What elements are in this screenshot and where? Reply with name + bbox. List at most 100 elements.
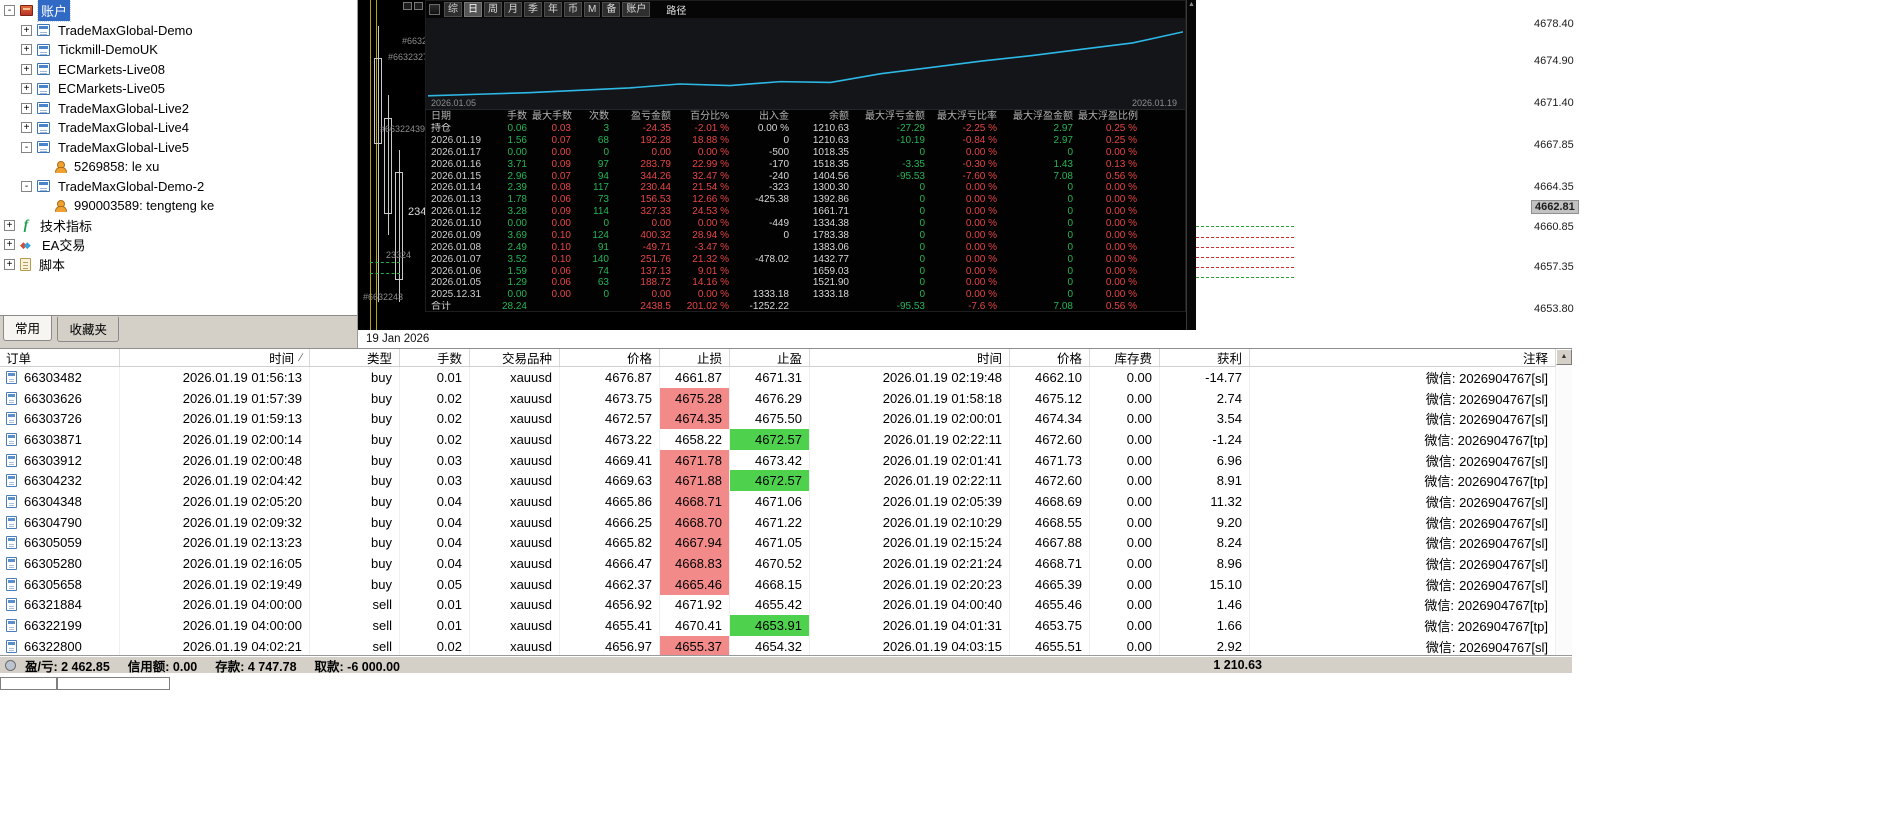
orders-header-symbol[interactable]: 交易品种 bbox=[470, 349, 560, 366]
order-row[interactable]: 663034822026.01.19 01:56:13buy0.01xauusd… bbox=[0, 367, 1556, 388]
tree-item[interactable]: -TradeMaxGlobal-Demo-2 bbox=[0, 177, 357, 197]
tree-toggle-icon[interactable]: + bbox=[4, 239, 15, 250]
chart-area[interactable]: #66323#6632327#663224392349223324#663224… bbox=[358, 0, 1196, 330]
tree-item[interactable]: 990003589: tengteng ke bbox=[0, 196, 357, 216]
tree-toggle-icon[interactable]: + bbox=[21, 103, 32, 114]
orders-header-lots[interactable]: 手数 bbox=[400, 349, 470, 366]
stats-cell: 0.00 % bbox=[1078, 277, 1142, 289]
tree-toggle-icon[interactable]: + bbox=[21, 25, 32, 36]
tab-common[interactable]: 常用 bbox=[3, 316, 52, 341]
tree-item[interactable]: 5269858: le xu bbox=[0, 157, 357, 177]
tree-toggle-icon[interactable]: + bbox=[21, 83, 32, 94]
order-symbol: xauusd bbox=[470, 595, 560, 616]
stats-toolbar-button[interactable]: 备 bbox=[602, 2, 620, 17]
tree-item[interactable]: +TradeMaxGlobal-Demo bbox=[0, 21, 357, 41]
orders-header-swap[interactable]: 库存费 bbox=[1090, 349, 1160, 366]
order-comment: 微信: 2026904767[sl] bbox=[1250, 636, 1556, 657]
order-row[interactable]: 663050592026.01.19 02:13:23buy0.04xauusd… bbox=[0, 533, 1556, 554]
orders-header-order[interactable]: 订单 bbox=[0, 349, 120, 366]
tree-item[interactable]: -账户 bbox=[0, 1, 357, 21]
stats-toolbar-button[interactable]: 年 bbox=[544, 2, 562, 17]
tree-item[interactable]: +EA交易 bbox=[0, 235, 357, 255]
tree-item[interactable]: +Tickmill-DemoUK bbox=[0, 40, 357, 60]
order-tp: 4676.29 bbox=[730, 388, 810, 409]
tree-item-label: TradeMaxGlobal-Live2 bbox=[55, 100, 192, 117]
stats-cell: 2026.01.16 bbox=[426, 159, 490, 171]
tree-toggle-icon[interactable]: + bbox=[4, 259, 15, 270]
tree-item[interactable]: -TradeMaxGlobal-Live5 bbox=[0, 138, 357, 158]
stats-cell: 0 bbox=[1002, 266, 1078, 278]
order-row[interactable]: 663039122026.01.19 02:00:48buy0.03xauusd… bbox=[0, 450, 1556, 471]
order-row[interactable]: 663042322026.01.19 02:04:42buy0.03xauusd… bbox=[0, 470, 1556, 491]
orders-header-comment[interactable]: 注释 bbox=[1250, 349, 1556, 366]
tree-toggle-icon[interactable]: - bbox=[21, 142, 32, 153]
order-row[interactable]: 663228002026.01.19 04:02:21sell0.02xauus… bbox=[0, 636, 1556, 657]
stats-toolbar-button[interactable]: 月 bbox=[504, 2, 522, 17]
orders-header-type[interactable]: 类型 bbox=[310, 349, 400, 366]
orders-header-open_time[interactable]: 时间∕ bbox=[120, 349, 310, 366]
order-row[interactable]: 663221992026.01.19 04:00:00sell0.01xauus… bbox=[0, 615, 1556, 636]
stats-toolbar-button[interactable]: M bbox=[584, 2, 600, 17]
stats-row: 2025.12.310.000.0000.000.00 %1333.181333… bbox=[426, 289, 1185, 301]
order-open_time: 2026.01.19 02:04:42 bbox=[120, 470, 310, 491]
tree-item[interactable]: +ECMarkets-Live05 bbox=[0, 79, 357, 99]
sl-price-line bbox=[1196, 257, 1294, 258]
price-tick: 4657.35 bbox=[1534, 261, 1574, 273]
stats-toolbar-button[interactable]: 日 bbox=[464, 2, 482, 17]
orders-header-price[interactable]: 价格 bbox=[560, 349, 660, 366]
orders-header-profit[interactable]: 获利 bbox=[1160, 349, 1250, 366]
order-row[interactable]: 663056582026.01.19 02:19:49buy0.05xauusd… bbox=[0, 574, 1556, 595]
order-row[interactable]: 663052802026.01.19 02:16:05buy0.04xauusd… bbox=[0, 553, 1556, 574]
panel-scrollbar[interactable]: ▲ bbox=[1186, 0, 1196, 330]
stats-cell: 9.01 % bbox=[676, 266, 734, 278]
stats-cell: 0.08 bbox=[532, 182, 576, 194]
stats-toolbar-button[interactable]: 周 bbox=[484, 2, 502, 17]
scroll-up-icon[interactable]: ▲ bbox=[1556, 349, 1572, 365]
stats-cell: 0 bbox=[1002, 230, 1078, 242]
order-close_price: 4672.60 bbox=[1010, 429, 1090, 450]
order-price: 4666.25 bbox=[560, 512, 660, 533]
orders-header-close_time[interactable]: 时间 bbox=[810, 349, 1010, 366]
stats-cell: 1661.71 bbox=[794, 206, 854, 218]
stats-cell bbox=[734, 266, 794, 278]
orders-header-tp[interactable]: 止盈 bbox=[730, 349, 810, 366]
stats-toolbar-button[interactable]: 币 bbox=[564, 2, 582, 17]
tree-toggle-icon[interactable]: + bbox=[21, 44, 32, 55]
tab-favorites[interactable]: 收藏夹 bbox=[57, 317, 119, 342]
tree-toggle-icon[interactable]: - bbox=[21, 181, 32, 192]
status-total-profit: 1 210.63 bbox=[1160, 658, 1262, 672]
tree-toggle-icon[interactable]: - bbox=[4, 5, 15, 16]
stats-cell: 3 bbox=[576, 123, 614, 135]
stats-toolbar-button[interactable]: 账户 bbox=[622, 2, 650, 17]
order-open_time: 2026.01.19 04:00:00 bbox=[120, 615, 310, 636]
orders-header-label: 类型 bbox=[367, 349, 392, 366]
stats-cell: 2026.01.14 bbox=[426, 182, 490, 194]
tree-item[interactable]: +技术指标 bbox=[0, 216, 357, 236]
order-row[interactable]: 663047902026.01.19 02:09:32buy0.04xauusd… bbox=[0, 512, 1556, 533]
order-row[interactable]: 663043482026.01.19 02:05:20buy0.04xauusd… bbox=[0, 491, 1556, 512]
chart-window-icon[interactable] bbox=[414, 2, 423, 10]
tree-item[interactable]: +ECMarkets-Live08 bbox=[0, 60, 357, 80]
orders-header-close_price[interactable]: 价格 bbox=[1010, 349, 1090, 366]
tree-item[interactable]: +TradeMaxGlobal-Live4 bbox=[0, 118, 357, 138]
order-row[interactable]: 663038712026.01.19 02:00:14buy0.02xauusd… bbox=[0, 429, 1556, 450]
order-sl: 4675.28 bbox=[660, 388, 730, 409]
tree-toggle-icon[interactable]: + bbox=[21, 122, 32, 133]
stats-cell: -95.53 bbox=[854, 171, 930, 183]
price-tick: 4660.85 bbox=[1534, 221, 1574, 233]
tree-item[interactable]: +脚本 bbox=[0, 255, 357, 275]
chart-window-icon[interactable] bbox=[403, 2, 412, 10]
order-row[interactable]: 663037262026.01.19 01:59:13buy0.02xauusd… bbox=[0, 408, 1556, 429]
order-row[interactable]: 663036262026.01.19 01:57:39buy0.02xauusd… bbox=[0, 388, 1556, 409]
tree-item[interactable]: + TradeMaxGlobal-Live2 bbox=[0, 99, 357, 119]
order-doc-icon bbox=[6, 454, 17, 467]
tree-toggle-icon[interactable]: + bbox=[4, 220, 15, 231]
orders-header-sl[interactable]: 止损 bbox=[660, 349, 730, 366]
orders-scrollbar[interactable]: ▲ bbox=[1556, 348, 1572, 656]
order-lots: 0.02 bbox=[400, 636, 470, 657]
stats-toolbar-button[interactable]: 综 bbox=[444, 2, 462, 17]
order-row[interactable]: 663218842026.01.19 04:00:00sell0.01xauus… bbox=[0, 595, 1556, 616]
tree-toggle-icon[interactable]: + bbox=[21, 64, 32, 75]
stats-toolbar-button[interactable]: 季 bbox=[524, 2, 542, 17]
orders-header-label: 订单 bbox=[6, 349, 31, 366]
